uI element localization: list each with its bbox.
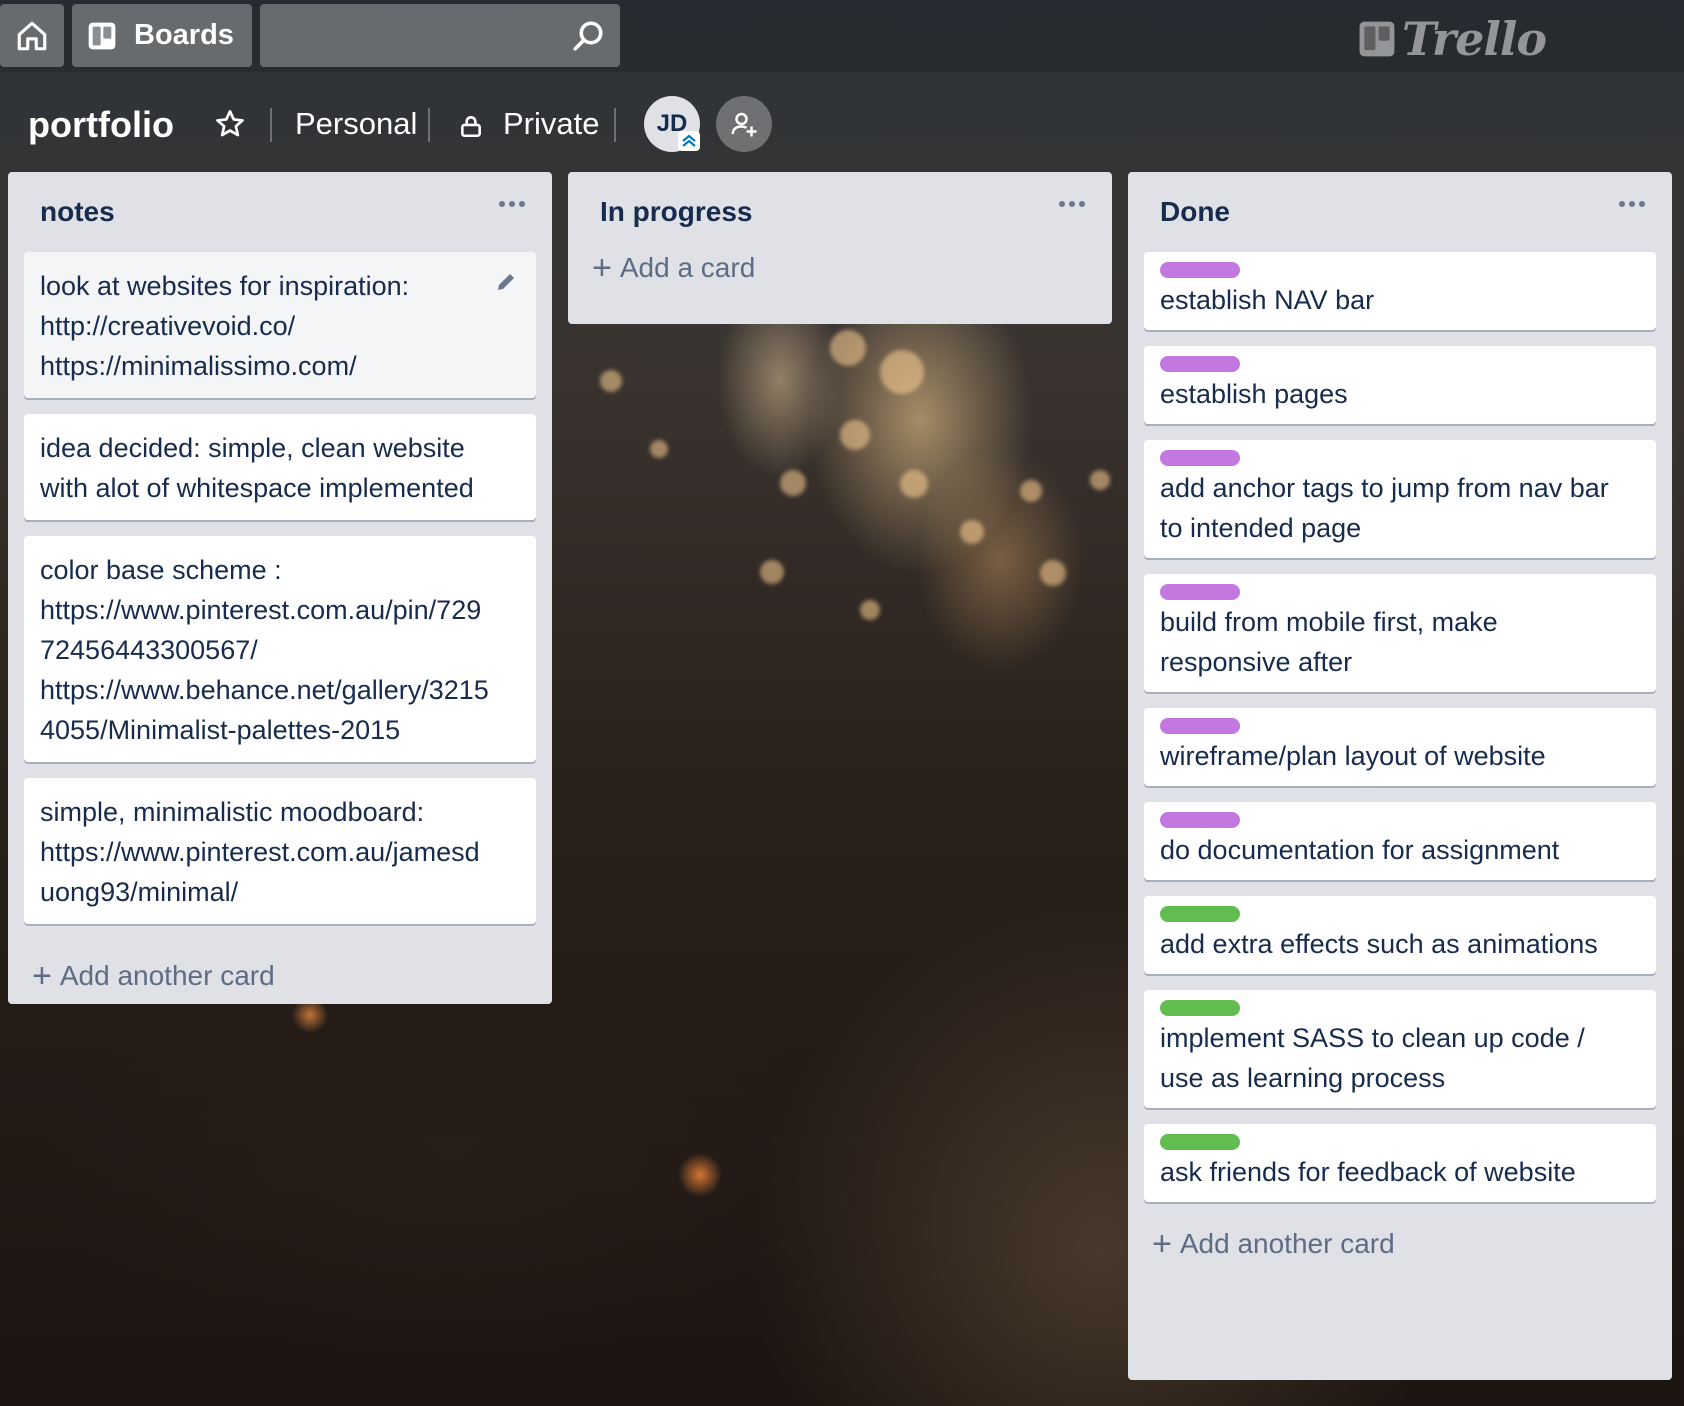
card-text-line: add anchor tags to jump from nav bar <box>1160 473 1609 503</box>
boards-icon <box>88 22 116 49</box>
trello-logo-text: Trello <box>1402 12 1547 66</box>
list-title[interactable]: notes <box>40 196 115 228</box>
list-notes: notes look at websites for inspiration: … <box>8 172 552 1004</box>
card[interactable]: look at websites for inspiration: http:/… <box>24 252 536 398</box>
ellipsis-icon[interactable] <box>1056 194 1088 214</box>
card-label[interactable] <box>1160 262 1240 278</box>
card-text-line: color base scheme : <box>40 555 282 585</box>
search-icon[interactable] <box>570 18 606 54</box>
list-done: Done establish NAV bar establish pages add… <box>1128 172 1672 1380</box>
visibility-button[interactable]: Private <box>503 106 599 142</box>
card-text-line: to intended page <box>1160 513 1362 543</box>
card-text-line: idea decided: simple, clean website <box>40 433 465 463</box>
card-text-line: uong93/minimal/ <box>40 877 239 907</box>
card-list: establish NAV bar establish pages add anch… <box>1144 252 1656 1202</box>
card-text-line: responsive after <box>1160 647 1353 677</box>
home-icon <box>17 21 47 50</box>
card-text-line: ask friends for feedback of website <box>1160 1157 1576 1187</box>
card-label[interactable] <box>1160 356 1240 372</box>
list-title[interactable]: In progress <box>600 196 752 228</box>
header-divider <box>428 108 430 142</box>
add-card-button[interactable]: + Add another card <box>24 956 536 996</box>
card[interactable]: establish NAV bar <box>1144 252 1656 330</box>
card-label[interactable] <box>1160 1134 1240 1150</box>
list-in-progress: In progress + Add a card <box>568 172 1112 324</box>
ellipsis-icon[interactable] <box>496 194 528 214</box>
card-label[interactable] <box>1160 906 1240 922</box>
card-text-line: https://minimalissimo.com/ <box>40 351 357 381</box>
plus-icon: + <box>32 957 52 995</box>
pencil-icon[interactable] <box>494 270 518 294</box>
card-text-line: use as learning process <box>1160 1063 1446 1093</box>
card-text-line: implement SASS to clean up code / <box>1160 1023 1585 1053</box>
add-card-label: Add another card <box>1179 1228 1395 1259</box>
card[interactable]: color base scheme : https://www.pinteres… <box>24 536 536 762</box>
card-text-line: do documentation for assignment <box>1160 835 1560 865</box>
top-navigation-bar: Boards Trello <box>0 0 1684 72</box>
team-button[interactable]: Personal <box>295 106 417 142</box>
add-card-button[interactable]: + Add another card <box>1144 1224 1656 1264</box>
add-member-icon <box>731 112 757 137</box>
boards-label: Boards <box>134 19 234 51</box>
card-text-line: simple, minimalistic moodboard: <box>40 797 425 827</box>
invite-member-button[interactable] <box>716 96 772 152</box>
search-box[interactable] <box>260 4 620 67</box>
home-button[interactable] <box>0 4 64 67</box>
card-label[interactable] <box>1160 584 1240 600</box>
card-label[interactable] <box>1160 812 1240 828</box>
admin-badge-icon <box>678 131 700 151</box>
card-text-line: http://creativevoid.co/ <box>40 311 296 341</box>
card-label[interactable] <box>1160 450 1240 466</box>
card-text-line: wireframe/plan layout of website <box>1160 741 1546 771</box>
card[interactable]: do documentation for assignment <box>1144 802 1656 880</box>
card-text-line: build from mobile first, make <box>1160 607 1498 637</box>
card[interactable]: ask friends for feedback of website <box>1144 1124 1656 1202</box>
card[interactable]: idea decided: simple, clean website with… <box>24 414 536 520</box>
card[interactable]: build from mobile first, make responsive … <box>1144 574 1656 692</box>
card[interactable]: establish pages <box>1144 346 1656 424</box>
card-text-line: establish pages <box>1160 379 1348 409</box>
card-text-line: https://www.pinterest.com.au/pin/729 <box>40 595 482 625</box>
header-divider <box>614 108 616 142</box>
ellipsis-icon[interactable] <box>1616 194 1648 214</box>
card-label[interactable] <box>1160 1000 1240 1016</box>
card-text-line: https://www.pinterest.com.au/jamesd <box>40 837 480 867</box>
card-text-line: 72456443300567/ <box>40 635 258 665</box>
add-card-label: Add a card <box>619 252 756 283</box>
card[interactable]: simple, minimalistic moodboard: https://… <box>24 778 536 924</box>
card-label[interactable] <box>1160 718 1240 734</box>
add-card-button[interactable]: + Add a card <box>584 248 1096 288</box>
card-text-line: establish NAV bar <box>1160 285 1375 315</box>
card-text-line: add extra effects such as animations <box>1160 929 1598 959</box>
list-header: In progress <box>584 172 1096 252</box>
plus-icon: + <box>592 249 612 287</box>
card-text-line: with alot of whitespace implemented <box>40 473 474 503</box>
star-icon[interactable] <box>214 108 246 140</box>
list-header: Done <box>1144 172 1656 252</box>
card[interactable]: implement SASS to clean up code / use as … <box>1144 990 1656 1108</box>
trello-logo[interactable]: Trello <box>1358 12 1547 66</box>
card-text-line: look at websites for inspiration: <box>40 271 410 301</box>
card[interactable]: add anchor tags to jump from nav bar to i… <box>1144 440 1656 558</box>
plus-icon: + <box>1152 1225 1172 1263</box>
search-input[interactable] <box>260 4 620 67</box>
card[interactable]: add extra effects such as animations <box>1144 896 1656 974</box>
lock-icon[interactable] <box>458 112 484 140</box>
card-text-line: 4055/Minimalist-palettes-2015 <box>40 715 401 745</box>
add-card-label: Add another card <box>59 960 275 991</box>
card-text-line: https://www.behance.net/gallery/3215 <box>40 675 489 705</box>
list-header: notes <box>24 172 536 252</box>
header-divider <box>270 108 272 142</box>
trello-logo-icon <box>1359 21 1395 57</box>
card[interactable]: wireframe/plan layout of website <box>1144 708 1656 786</box>
boards-button[interactable]: Boards <box>72 4 252 67</box>
list-title[interactable]: Done <box>1160 196 1230 228</box>
board-title[interactable]: portfolio <box>28 104 174 146</box>
